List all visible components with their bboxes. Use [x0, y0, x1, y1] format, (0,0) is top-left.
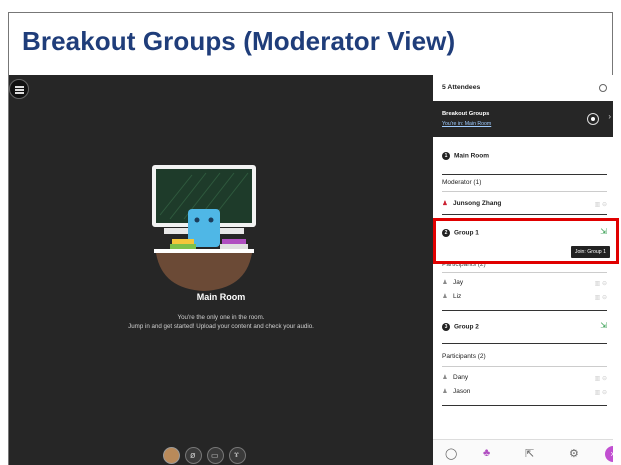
main-room-row[interactable]: 1 Main Room — [442, 152, 489, 160]
divider — [442, 366, 607, 367]
person-icon: ♟ — [442, 375, 448, 381]
menu-icon[interactable] — [9, 79, 29, 99]
participant-row[interactable]: ♟ Jason — [442, 388, 470, 395]
classroom-illustration — [152, 165, 256, 291]
participant-name: Jason — [453, 388, 471, 395]
person-icon: ♟ — [442, 389, 448, 395]
participant-row[interactable]: ♟ Dany — [442, 374, 468, 381]
room-message: You're the only one in the room. Jump in… — [9, 313, 433, 331]
user-avatar[interactable] — [163, 447, 180, 464]
room-number-badge: 1 — [442, 152, 450, 160]
attendees-header: 5 Attendees — [433, 75, 613, 101]
participant-name: Dany — [453, 374, 469, 381]
divider — [442, 272, 607, 273]
row-actions[interactable]: ▥ ⊖ — [595, 294, 607, 301]
attendees-panel: 5 Attendees Breakout Groups You're in: M… — [433, 75, 613, 465]
moderator-icon: ♟ — [442, 201, 448, 207]
collapse-icon[interactable] — [599, 84, 607, 92]
divider — [442, 214, 607, 215]
person-icon: ♟ — [442, 294, 448, 300]
room-number-badge: 3 — [442, 323, 450, 331]
divider — [442, 310, 607, 311]
participant-name: Jay — [453, 279, 464, 286]
panel-footer: ◯ ♣ ⇱ ⚙ × — [433, 439, 613, 465]
group2-label: Group 2 — [454, 323, 479, 331]
video-toggle[interactable]: ▭ — [207, 447, 224, 464]
room-title: Main Room — [196, 292, 246, 302]
moderator-header: Moderator (1) — [442, 179, 482, 186]
join-tooltip: Join: Group 1 — [570, 246, 610, 258]
group2-row[interactable]: 3 Group 2 — [442, 323, 479, 331]
attendees-count: 5 Attendees — [442, 84, 481, 91]
chevron-right-icon[interactable]: › — [608, 112, 611, 121]
camera-off-icon: ▭ — [211, 451, 219, 460]
row-actions[interactable]: ▥ ⊖ — [595, 280, 607, 287]
divider — [442, 191, 607, 192]
hand-icon: ɤ — [234, 450, 239, 459]
main-stage: Main Room You're the only one in the roo… — [9, 75, 433, 465]
group1-participants-header: Participants (2) — [442, 261, 486, 268]
divider — [442, 174, 607, 175]
breakout-groups-title: Breakout Groups — [442, 111, 490, 117]
moderator-row[interactable]: ♟ Junsong Zhang — [442, 200, 501, 207]
room-message-line1: You're the only one in the room. — [177, 314, 265, 321]
share-icon[interactable]: ⇱ — [525, 447, 534, 460]
attendees-icon[interactable]: ♣ — [483, 447, 490, 459]
divider — [442, 405, 607, 406]
room-message-line2: Jump in and get started! Upload your con… — [128, 323, 314, 330]
join-icon[interactable]: ⇲ — [600, 227, 607, 236]
current-room-link[interactable]: You're in: Main Room — [442, 121, 491, 127]
group2-participants-header: Participants (2) — [442, 353, 486, 360]
stop-icon[interactable] — [587, 113, 599, 125]
chat-icon[interactable]: ◯ — [445, 447, 457, 460]
divider — [442, 343, 607, 344]
slide-title: Breakout Groups (Moderator View) — [22, 26, 456, 56]
group1-row[interactable]: 2 Group 1 — [442, 229, 479, 237]
gear-icon[interactable]: ⚙ — [569, 447, 579, 460]
hand-raise-toggle[interactable]: ɤ — [229, 447, 246, 464]
breakout-groups-bar[interactable]: Breakout Groups You're in: Main Room › — [433, 101, 613, 137]
audio-toggle[interactable]: ø — [185, 447, 202, 464]
participant-name: Liz — [453, 293, 462, 300]
room-number-badge: 2 — [442, 229, 450, 237]
participant-row[interactable]: ♟ Liz — [442, 293, 461, 300]
participant-row[interactable]: ♟ Jay — [442, 279, 463, 286]
person-icon: ♟ — [442, 280, 448, 286]
mic-off-icon: ø — [190, 450, 196, 460]
group1-label: Group 1 — [454, 229, 479, 237]
row-actions[interactable]: ▥ ⊖ — [595, 201, 607, 208]
close-icon[interactable]: × — [605, 446, 613, 462]
main-room-label: Main Room — [454, 152, 490, 160]
row-actions[interactable]: ▥ ⊖ — [595, 389, 607, 396]
moderator-name: Junsong Zhang — [453, 200, 502, 207]
join-icon[interactable]: ⇲ — [600, 321, 607, 330]
row-actions[interactable]: ▥ ⊖ — [595, 375, 607, 382]
